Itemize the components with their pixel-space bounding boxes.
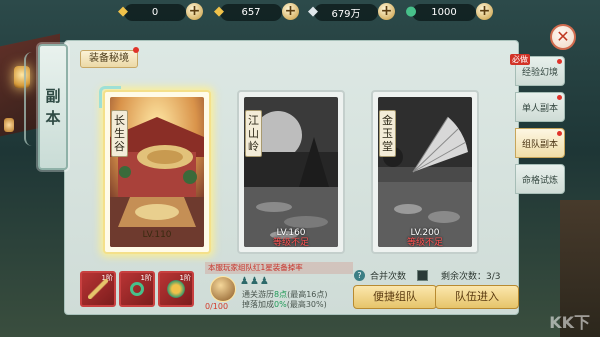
resource-gold: 0 ◆ + xyxy=(116,3,206,22)
remaining-count: 剩余次数：3/3 xyxy=(441,272,501,282)
must-do-badge: 必做 xyxy=(510,54,530,65)
notification-dot xyxy=(133,47,139,53)
resource-ingot: 657 ◆ + xyxy=(212,3,302,22)
tab-team-dungeon[interactable]: 组队副本 xyxy=(515,128,565,158)
dungeon-level: LV.110 xyxy=(142,230,172,240)
reward-item[interactable]: 1阶 xyxy=(119,271,155,307)
tab-solo-dungeon[interactable]: 单人副本 xyxy=(515,92,565,122)
resource-value: 0 xyxy=(124,4,186,21)
notification-dot xyxy=(557,59,562,64)
gold-ingot-icon: ◆ xyxy=(118,3,128,19)
level-locked-text: 等级不足 xyxy=(272,238,309,248)
reward-item[interactable]: 1阶 xyxy=(158,271,194,307)
avatar-count: 0/100 xyxy=(205,302,229,311)
team-enter-button[interactable]: 队伍进入 xyxy=(435,285,519,309)
dungeon-card-jiangshanling[interactable]: 江山岭 LV.160 等级不足 xyxy=(237,90,345,254)
reward-item[interactable]: 1阶 xyxy=(80,271,116,307)
add-jade-button[interactable]: + xyxy=(476,3,493,20)
tier-tag: 1阶 xyxy=(140,274,152,282)
ring-icon xyxy=(130,282,144,296)
add-gold-button[interactable]: + xyxy=(186,3,203,20)
panel-title-char: 副 xyxy=(45,87,61,105)
help-icon[interactable]: ? xyxy=(354,270,365,281)
panel-title-tab: 副 本 xyxy=(38,44,68,170)
resource-bar: 0 ◆ + 657 ◆ + 679万 ◆ + 1000 ● + xyxy=(0,0,600,26)
jade-coin-icon: ● xyxy=(405,3,417,19)
lantern-decoration xyxy=(4,118,14,132)
watermark: KK下 xyxy=(549,313,590,332)
merge-count-label: 合并次数 xyxy=(370,272,407,282)
silver-ingot-icon: ◆ xyxy=(308,3,318,19)
dungeon-card-jinyutang[interactable]: 金玉堂 LV.200 等级不足 xyxy=(371,90,479,254)
add-ingot-button[interactable]: + xyxy=(282,3,299,20)
tab-fate-trial[interactable]: 命格试炼 xyxy=(515,164,565,194)
tab-label: 组队副本 xyxy=(521,139,558,150)
dungeon-name: 长生谷 xyxy=(111,110,128,157)
player-avatar[interactable] xyxy=(210,276,236,302)
tab-experience-realm[interactable]: 经验幻境 必做 xyxy=(510,54,565,86)
tab-label: 经验幻境 xyxy=(521,67,558,78)
add-silver-button[interactable]: + xyxy=(378,3,395,20)
resource-jade: 1000 ● + xyxy=(404,3,496,22)
resource-value: 679万 xyxy=(314,4,378,21)
resource-silver: 679万 ◆ + xyxy=(306,3,398,22)
dungeon-name: 金玉堂 xyxy=(379,110,396,157)
equipment-realm-tab[interactable]: 装备秘境 xyxy=(80,50,138,68)
team-members-icon: ♟♟♟ xyxy=(240,276,270,287)
team-drop-banner: 本服玩家组队红1星装备掉率 xyxy=(205,262,353,274)
tab-label: 单人副本 xyxy=(521,103,558,114)
close-button[interactable]: ✕ xyxy=(550,24,576,50)
level-locked-text: 等级不足 xyxy=(406,238,443,248)
drop-bonus-line: 掉落加成0%(最高30%) xyxy=(242,300,327,309)
gold-ingot-icon: ◆ xyxy=(214,3,224,19)
notification-dot xyxy=(557,95,562,100)
pendant-icon xyxy=(166,279,186,299)
dungeon-name: 江山岭 xyxy=(245,110,262,157)
staff-icon xyxy=(88,279,108,299)
merge-count-checkbox[interactable] xyxy=(417,270,428,281)
close-icon: ✕ xyxy=(556,27,570,46)
dungeon-card-changshenggu[interactable]: 长生谷 LV.110 xyxy=(99,86,211,254)
resource-value: 1000 xyxy=(412,4,476,21)
resource-value: 657 xyxy=(220,4,282,21)
tab-label: 命格试炼 xyxy=(521,175,558,186)
notification-dot xyxy=(557,131,562,136)
panel-title-char: 本 xyxy=(45,109,61,127)
quick-team-button[interactable]: 便捷组队 xyxy=(353,285,437,309)
